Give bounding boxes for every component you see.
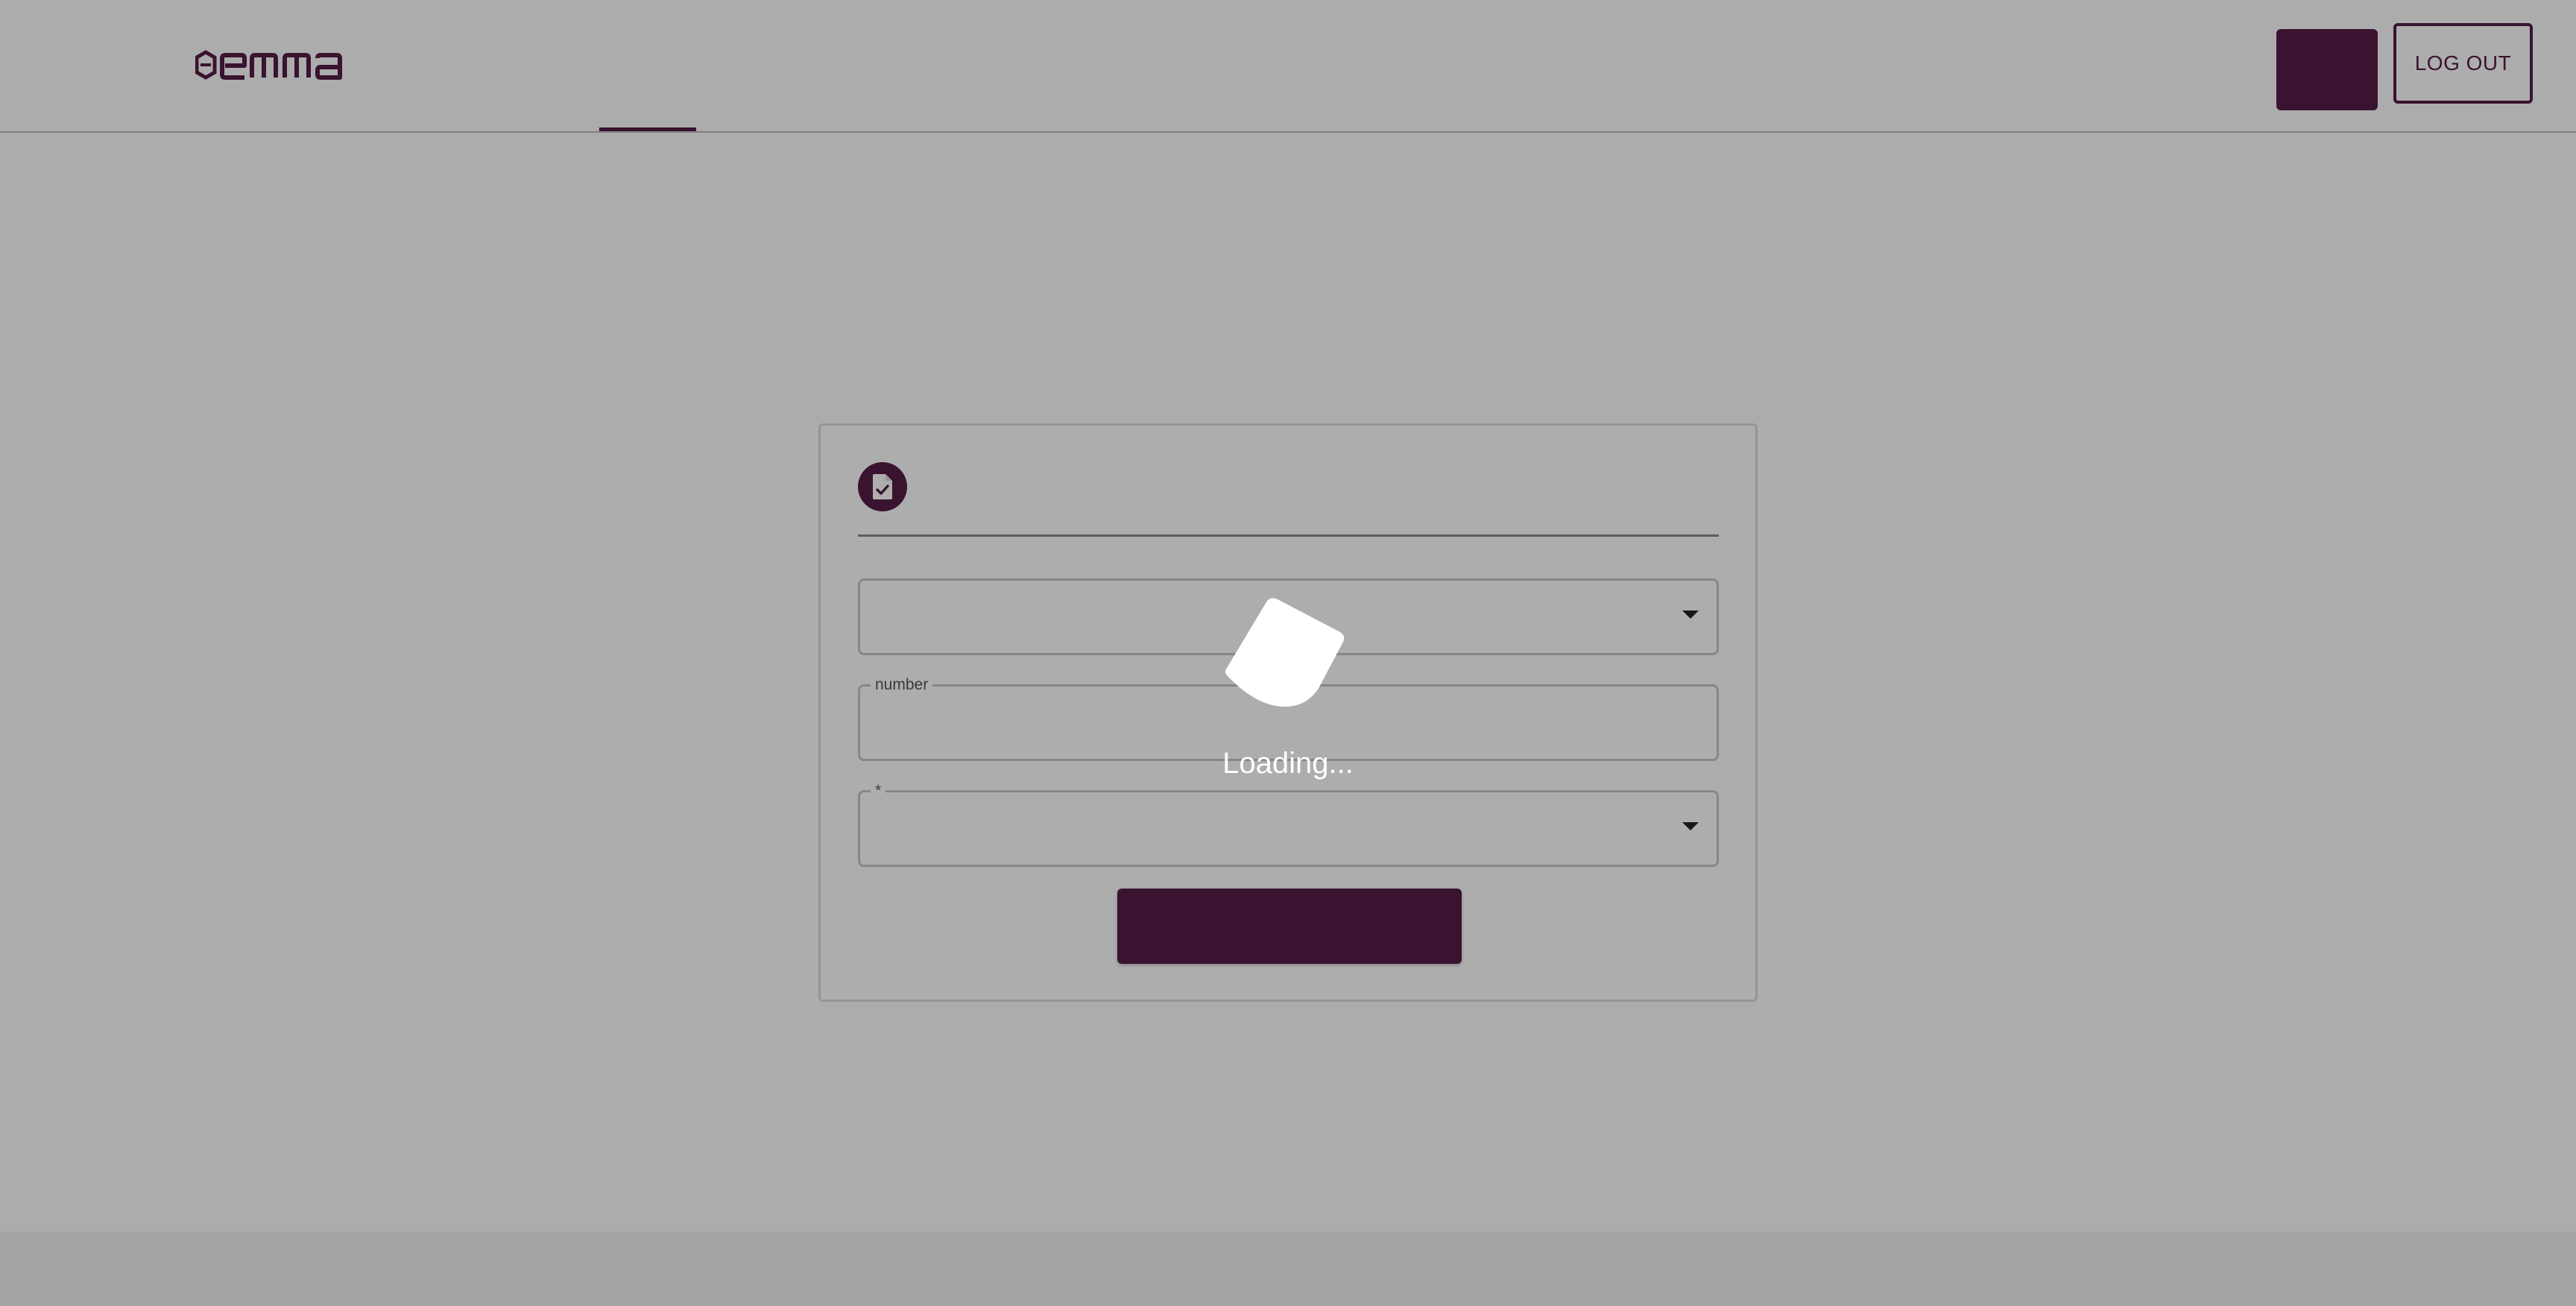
loading-spinner-icon xyxy=(1225,598,1345,707)
loading-overlay: Loading... xyxy=(0,0,2576,1306)
loading-text: Loading... xyxy=(1222,747,1354,780)
